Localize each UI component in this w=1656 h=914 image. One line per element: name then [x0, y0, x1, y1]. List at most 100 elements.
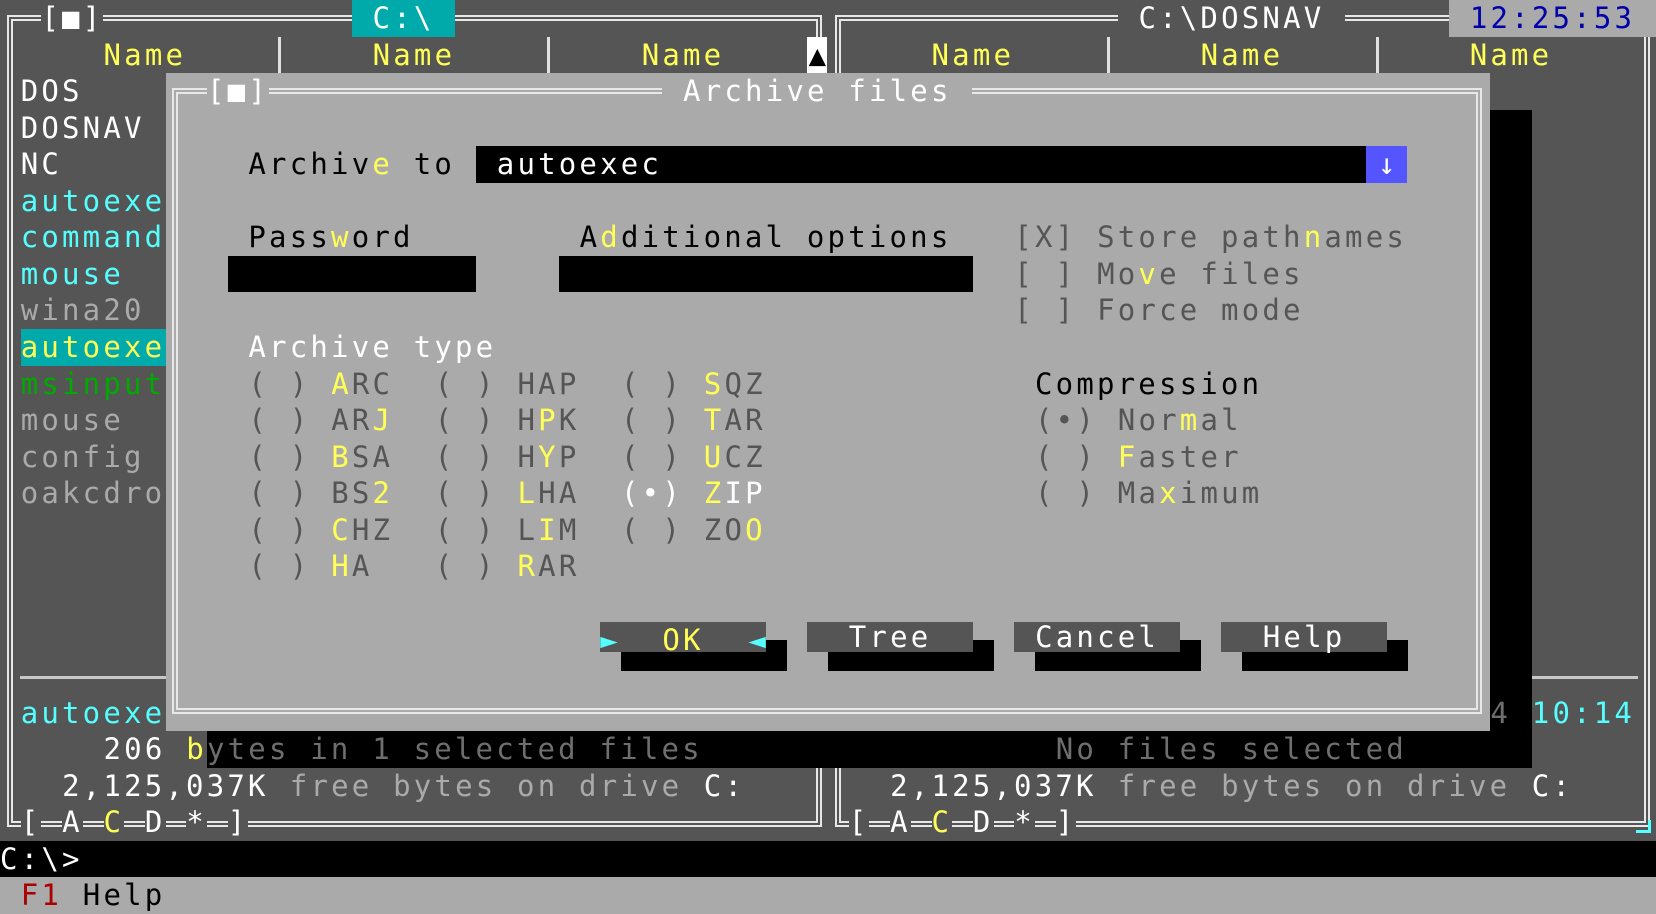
- left-panel-path[interactable]: C:\: [351, 0, 456, 37]
- drive-network[interactable]: *: [1014, 804, 1035, 841]
- status-help-label[interactable]: Help: [83, 877, 166, 914]
- file-list-item[interactable]: DOSNAV: [21, 110, 145, 147]
- hotkey-letter: x: [1159, 476, 1180, 511]
- cancel-button[interactable]: Cancel: [1014, 621, 1180, 652]
- drive-bracket: ]: [227, 804, 249, 841]
- archive-type-radio-tar[interactable]: ( ): [621, 402, 683, 439]
- hotkey-letter: J: [372, 403, 394, 438]
- archive-type-radio-hap[interactable]: ( ): [435, 366, 497, 403]
- compression-maximum-radio[interactable]: ( ): [1035, 475, 1097, 512]
- archive-type-radio-lha[interactable]: ( ): [435, 475, 497, 512]
- ok-button[interactable]: ► OK ◄: [600, 621, 766, 657]
- left-header-name-3[interactable]: Name: [642, 37, 725, 74]
- file-list-item-cursor[interactable]: autoexe: [20, 329, 166, 366]
- force-mode-label[interactable]: Force mode: [1097, 292, 1304, 329]
- store-pathnames-checkbox[interactable]: [X]: [1014, 219, 1076, 256]
- archive-type-label-tar[interactable]: TAR: [704, 402, 766, 439]
- archive-type-label-bsa[interactable]: BSA: [331, 439, 393, 476]
- drive-d[interactable]: D: [972, 804, 994, 841]
- store-pathnames-label[interactable]: Store pathnames: [1097, 219, 1407, 256]
- archive-type-label-sqz[interactable]: SQZ: [704, 366, 766, 403]
- ok-button-label[interactable]: OK: [662, 623, 703, 657]
- drive-d[interactable]: D: [144, 804, 166, 841]
- help-button[interactable]: Help: [1221, 621, 1387, 652]
- password-label: Password: [248, 220, 414, 255]
- drive-a[interactable]: A: [890, 804, 911, 841]
- archive-type-radio-sqz[interactable]: ( ): [621, 366, 683, 403]
- left-free-text: free bytes on drive: [289, 768, 683, 803]
- archive-type-label-ucz[interactable]: UCZ: [704, 439, 766, 476]
- left-selected-bytes: 206: [103, 732, 166, 767]
- drive-c[interactable]: C: [103, 804, 125, 841]
- archive-type-radio-chz[interactable]: ( ): [248, 512, 310, 549]
- move-files-checkbox[interactable]: [ ]: [1014, 256, 1076, 293]
- archive-type-radio-zoo[interactable]: ( ): [621, 512, 683, 549]
- compression-normal-label[interactable]: Normal: [1118, 402, 1242, 439]
- dialog-close-button[interactable]: [■]: [207, 73, 269, 110]
- archive-type-label-hpk[interactable]: HPK: [518, 402, 580, 439]
- compression-normal-radio[interactable]: (•): [1035, 402, 1097, 439]
- file-list-item[interactable]: DOS: [21, 73, 83, 110]
- compression-faster-radio[interactable]: ( ): [1035, 439, 1097, 476]
- right-header-name-2[interactable]: Name: [1201, 37, 1284, 74]
- archive-type-radio-ucz[interactable]: ( ): [621, 439, 683, 476]
- drive-c[interactable]: C: [931, 804, 953, 841]
- archive-type-radio-arc[interactable]: ( ): [248, 366, 310, 403]
- archive-type-label-chz[interactable]: CHZ: [331, 512, 393, 549]
- archive-type-radio-rar[interactable]: ( ): [435, 548, 497, 585]
- archive-type-label-arc[interactable]: ARC: [331, 366, 393, 403]
- file-list-item[interactable]: mouse: [21, 402, 124, 439]
- file-list-item[interactable]: NC: [21, 146, 62, 183]
- file-list-item[interactable]: wina20: [21, 292, 145, 329]
- archive-type-radio-zip[interactable]: (•): [621, 475, 683, 512]
- left-header-name-1[interactable]: Name: [104, 37, 187, 74]
- move-files-label[interactable]: Move files: [1097, 256, 1304, 293]
- force-mode-checkbox[interactable]: [ ]: [1014, 292, 1076, 329]
- command-prompt[interactable]: C:\>: [0, 841, 83, 878]
- command-line[interactable]: [0, 840, 1656, 878]
- left-panel-window-marker[interactable]: [■]: [41, 0, 104, 37]
- file-list-item[interactable]: mouse: [21, 256, 124, 293]
- file-list-item[interactable]: oakcdro: [21, 475, 166, 512]
- file-list-item[interactable]: command: [21, 219, 166, 256]
- drive-network[interactable]: *: [186, 804, 207, 841]
- password-input[interactable]: [227, 255, 477, 293]
- archive-type-label-ha[interactable]: HA: [331, 548, 372, 585]
- archive-to-value[interactable]: autoexec: [497, 146, 662, 183]
- archive-type-label-arj[interactable]: ARJ: [331, 402, 393, 439]
- right-panel-path[interactable]: C:\DOSNAV: [1117, 0, 1346, 37]
- status-f1-key[interactable]: F1: [21, 877, 62, 914]
- archive-type-label-bs2[interactable]: BS2: [331, 475, 393, 512]
- left-header-name-2[interactable]: Name: [373, 37, 456, 74]
- archive-type-radio-ha[interactable]: ( ): [248, 548, 310, 585]
- tree-button[interactable]: Tree: [807, 621, 973, 652]
- archive-type-radio-hyp[interactable]: ( ): [435, 439, 497, 476]
- ok-right-marker-icon: ◄: [748, 622, 766, 657]
- archive-type-radio-bs2[interactable]: ( ): [248, 475, 310, 512]
- archive-type-label-rar[interactable]: RAR: [518, 548, 580, 585]
- archive-type-label-hyp[interactable]: HYP: [518, 439, 580, 476]
- file-list-item[interactable]: config: [21, 439, 145, 476]
- additional-options-input[interactable]: [558, 255, 973, 293]
- compression-faster-label[interactable]: Faster: [1118, 439, 1242, 476]
- archive-type-label-zoo[interactable]: ZOO: [704, 512, 766, 549]
- archive-type-label-lim[interactable]: LIM: [518, 512, 580, 549]
- archive-type-label-hap[interactable]: HAP: [518, 366, 580, 403]
- hotkey-letter: e: [372, 147, 394, 182]
- file-list-item[interactable]: autoexe: [21, 183, 166, 220]
- archive-type-label-lha[interactable]: LHA: [518, 475, 580, 512]
- right-header-name-3[interactable]: Name: [1470, 37, 1553, 74]
- file-list-item[interactable]: msinput: [21, 366, 166, 403]
- scroll-up-arrow-icon[interactable]: ▲: [807, 36, 828, 74]
- archive-type-radio-lim[interactable]: ( ): [435, 512, 497, 549]
- drive-a[interactable]: A: [62, 804, 83, 841]
- right-header-name-1[interactable]: Name: [932, 37, 1015, 74]
- archive-type-radio-hpk[interactable]: ( ): [435, 402, 497, 439]
- archive-history-dropdown-icon[interactable]: ↓: [1366, 146, 1408, 183]
- archive-type-radio-arj[interactable]: ( ): [248, 402, 310, 439]
- hotkey-letter: R: [517, 549, 539, 584]
- archive-type-label-zip[interactable]: ZIP: [704, 475, 766, 512]
- archive-to-label: Archive to: [248, 147, 456, 182]
- compression-maximum-label[interactable]: Maximum: [1118, 475, 1263, 512]
- archive-type-radio-bsa[interactable]: ( ): [248, 439, 310, 476]
